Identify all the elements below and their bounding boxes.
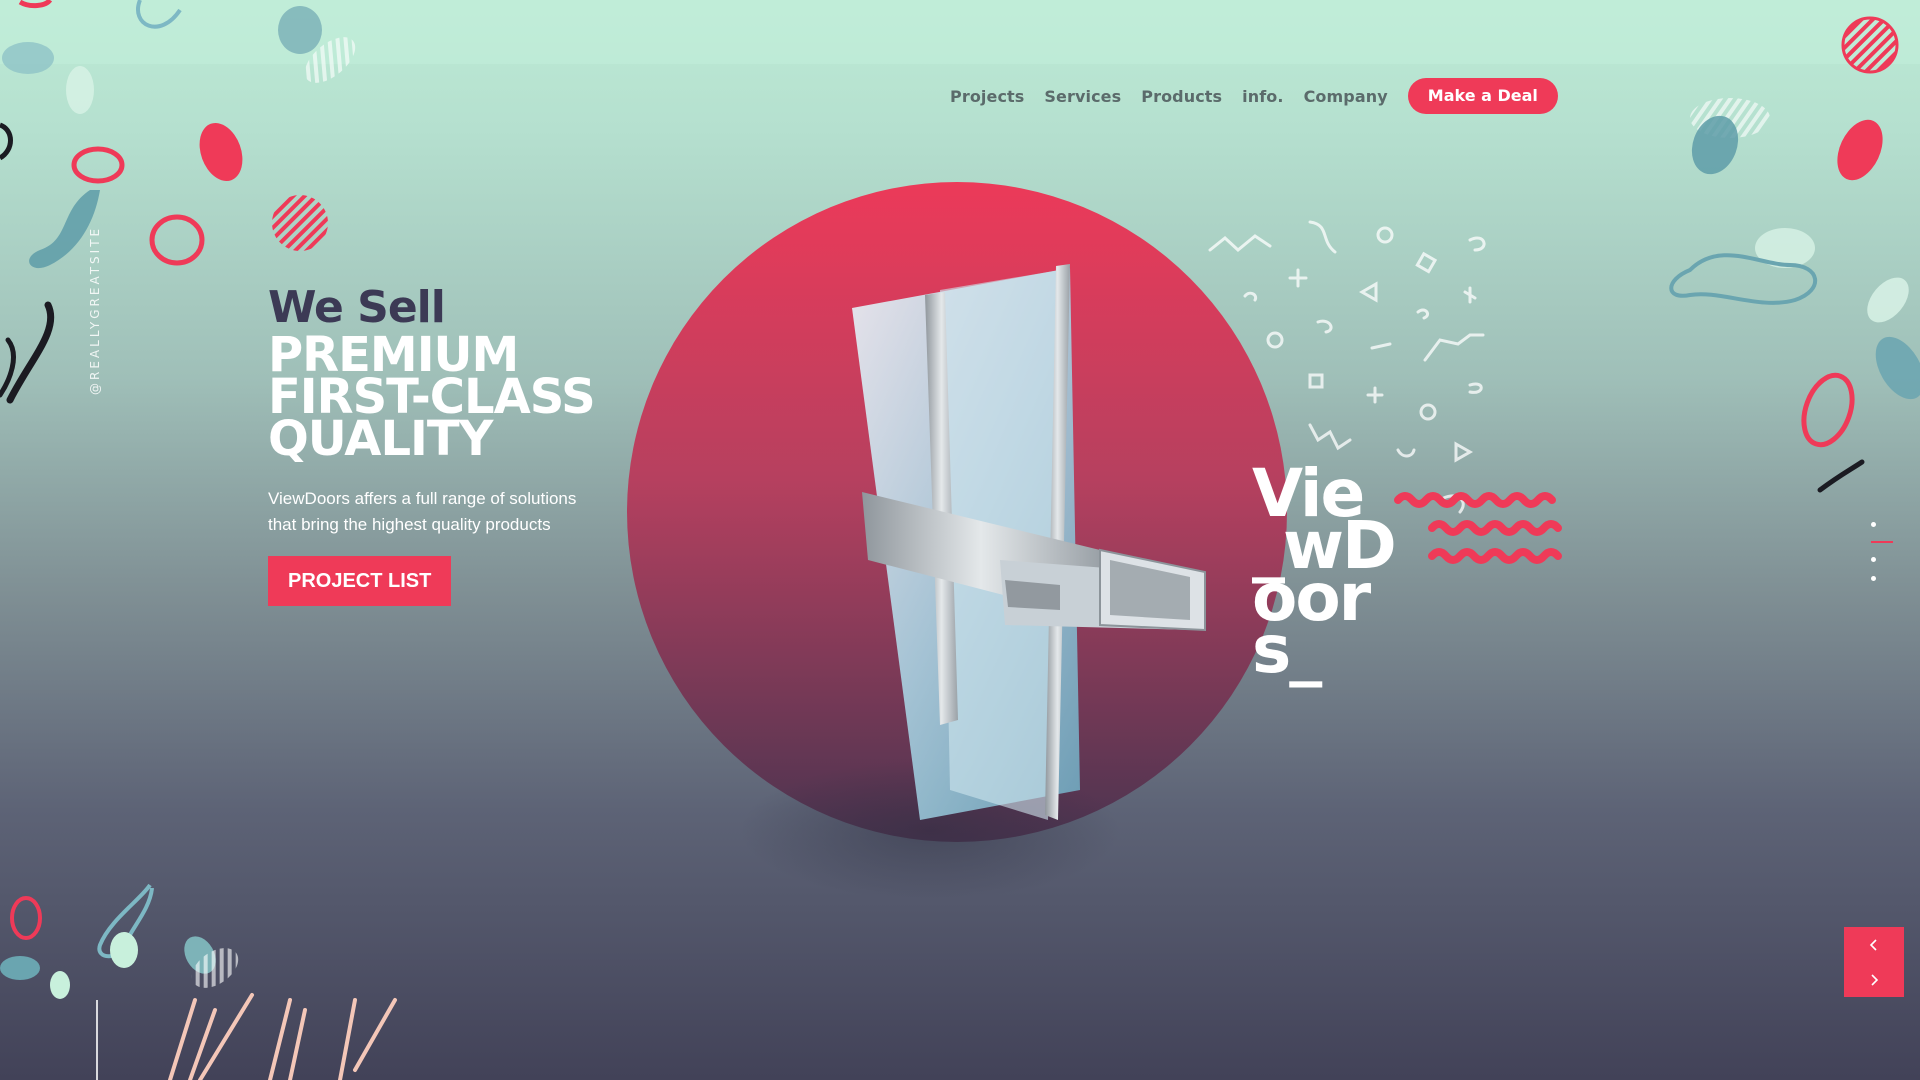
next-slide-button[interactable]: [1844, 962, 1904, 997]
hero-pre-title: We Sell: [268, 282, 446, 333]
slider-dot[interactable]: [1871, 522, 1876, 527]
chevron-right-icon: [1871, 973, 1879, 986]
nav-item-info[interactable]: info.: [1242, 87, 1283, 106]
slider-pagination: [1868, 522, 1893, 595]
project-list-button[interactable]: PROJECT LIST: [268, 556, 452, 606]
hero-headline: PREMIUM FIRST-CLASS QUALITY: [268, 331, 628, 463]
slider-dot[interactable]: [1871, 576, 1876, 581]
brand-wordmark: Vie _wD oor s_: [1252, 461, 1397, 683]
nav-item-services[interactable]: Services: [1044, 87, 1121, 106]
site-handle: @REALLYGREATSITE: [88, 225, 102, 395]
prev-slide-button[interactable]: [1844, 927, 1904, 962]
slider-dot-active[interactable]: [1871, 541, 1893, 543]
hero-description: ViewDoors affers a full range of solutio…: [268, 489, 577, 534]
nav-item-products[interactable]: Products: [1141, 87, 1222, 106]
make-a-deal-button[interactable]: Make a Deal: [1407, 78, 1558, 114]
slider-arrows: [1844, 927, 1904, 997]
slider-dot[interactable]: [1871, 557, 1876, 562]
hero-section: We Sell PREMIUM FIRST-CLASS QUALITY View…: [268, 284, 628, 606]
nav-item-company[interactable]: Company: [1304, 87, 1388, 106]
nav-item-projects[interactable]: Projects: [950, 87, 1024, 106]
chevron-left-icon: [1869, 938, 1877, 951]
main-nav: Projects Services Products info. Company…: [950, 78, 1558, 114]
